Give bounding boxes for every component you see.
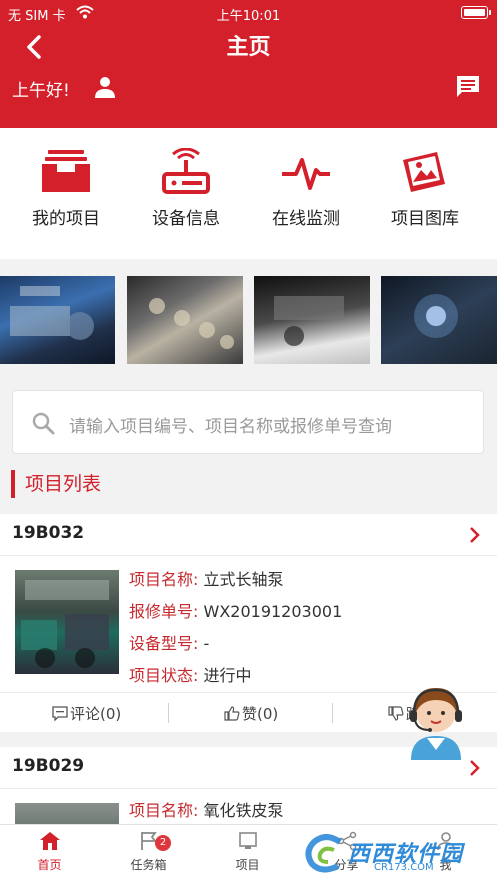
carousel-image-engine-blue[interactable]	[0, 276, 115, 364]
battery-icon	[461, 6, 491, 19]
search-input[interactable]: 请输入项目编号、项目名称或报修单号查询	[12, 390, 484, 454]
pulse-line-icon	[282, 158, 330, 190]
project-status-field: 项目状态: 进行中	[129, 666, 252, 685]
like-button[interactable]: 赞(0)	[224, 703, 278, 724]
watermark-logo: 西西软件园 CR173.COM	[300, 832, 480, 876]
carousel-image-engine-valves[interactable]	[127, 276, 243, 364]
image-carousel	[0, 276, 497, 364]
search-placeholder: 请输入项目编号、项目名称或报修单号查询	[69, 417, 392, 437]
project-thumbnail[interactable]	[15, 803, 119, 824]
inbox-tray-icon	[42, 150, 90, 192]
clock: 上午10:01	[216, 9, 281, 24]
projects-icon	[238, 832, 257, 849]
chevron-right-icon	[470, 760, 480, 776]
carousel-image-engine-bay[interactable]	[254, 276, 370, 364]
device-info-entry[interactable]: 设备信息	[124, 148, 248, 229]
project-name-field: 项目名称: 立式长轴泵	[129, 570, 284, 589]
carousel-image-welding[interactable]	[381, 276, 497, 364]
photo-gallery-icon	[403, 152, 445, 192]
tab-task-box[interactable]: 2 任务箱	[99, 831, 198, 873]
task-count-badge: 2	[155, 835, 171, 851]
quick-entry-panel: 我的项目 设备信息 在线监测 项目图库	[0, 128, 497, 259]
comment-icon	[52, 706, 68, 722]
device-info-label: 设备信息	[152, 209, 220, 229]
message-icon[interactable]	[454, 73, 482, 101]
project-card-header[interactable]: 19B032	[0, 514, 497, 556]
watermark-swirl-icon	[305, 834, 342, 873]
project-gallery-label: 项目图库	[391, 209, 459, 229]
thumbs-down-icon	[388, 706, 404, 721]
tab-home[interactable]: 首页	[0, 831, 99, 873]
project-name-field: 项目名称: 氧化铁皮泵	[129, 801, 284, 820]
repair-order-field: 报修单号: WX20191203001	[129, 602, 343, 621]
page-title: 主页	[226, 35, 271, 60]
home-icon	[39, 832, 60, 850]
thumbs-up-icon	[224, 706, 240, 721]
section-title: 项目列表	[11, 470, 101, 498]
top-header: 无 SIM 卡 上午10:01 主页 上午好!	[0, 0, 497, 128]
project-code: 19B029	[12, 756, 85, 776]
divider	[332, 703, 333, 723]
chevron-right-icon	[470, 527, 480, 543]
device-model-field: 设备型号: -	[129, 634, 210, 653]
customer-service-assistant-icon[interactable]	[403, 680, 469, 760]
online-monitor-label: 在线监测	[272, 209, 340, 229]
status-bar: 无 SIM 卡 上午10:01	[0, 0, 497, 26]
online-monitor-entry[interactable]: 在线监测	[244, 148, 368, 229]
divider	[168, 703, 169, 723]
my-projects-label: 我的项目	[32, 209, 100, 229]
my-projects-entry[interactable]: 我的项目	[4, 148, 128, 229]
search-icon	[32, 412, 55, 435]
watermark-subtext: CR173.COM	[374, 862, 434, 873]
greeting-text: 上午好!	[12, 81, 70, 101]
project-gallery-entry[interactable]: 项目图库	[363, 148, 487, 229]
router-device-icon	[162, 148, 210, 194]
project-code: 19B032	[12, 523, 85, 543]
user-icon[interactable]	[93, 75, 117, 99]
comment-button[interactable]: 评论(0)	[52, 703, 121, 724]
tab-projects[interactable]: 项目	[198, 831, 297, 873]
project-thumbnail[interactable]	[15, 570, 119, 674]
